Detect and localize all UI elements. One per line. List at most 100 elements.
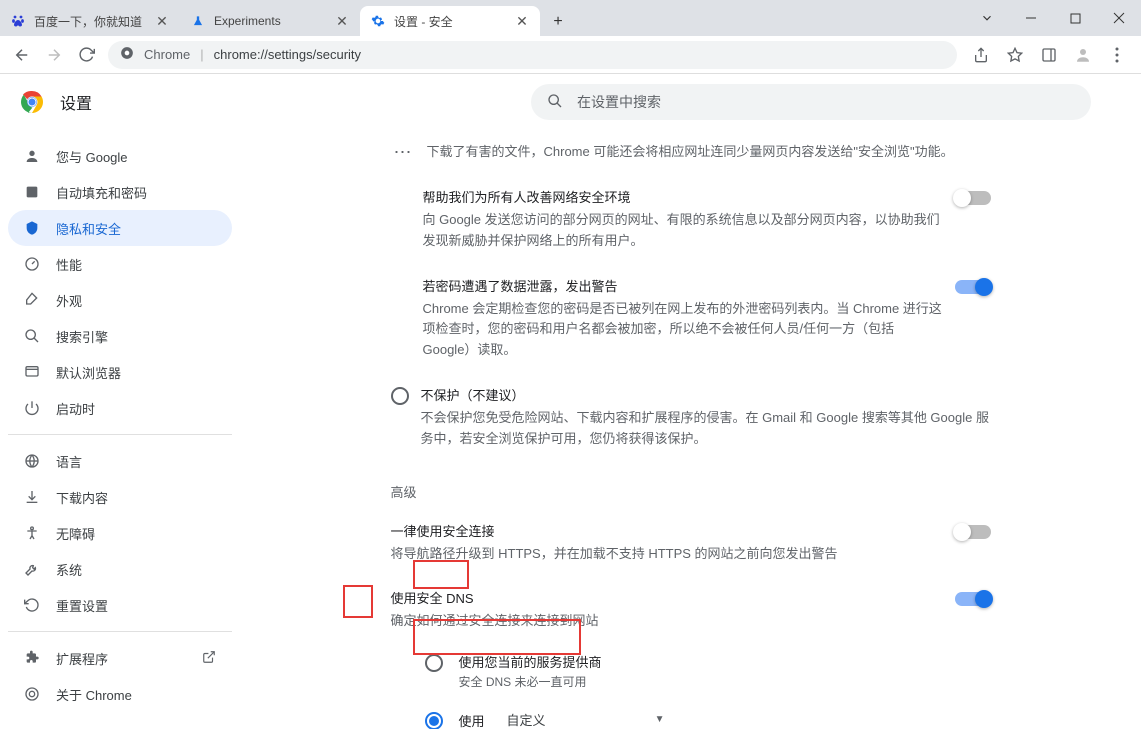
external-link-icon bbox=[202, 650, 216, 667]
sidebar-item-downloads[interactable]: 下载内容 bbox=[8, 479, 232, 515]
close-icon[interactable]: ✕ bbox=[514, 13, 530, 29]
settings-search[interactable]: 在设置中搜索 bbox=[531, 84, 1091, 120]
person-icon bbox=[24, 148, 40, 164]
sidebar-item-label: 隐私和安全 bbox=[56, 219, 121, 238]
sidebar-item-accessibility[interactable]: 无障碍 bbox=[8, 515, 232, 551]
sidebar-item-search-engine[interactable]: 搜索引擎 bbox=[8, 318, 232, 354]
pwd-title: 若密码遭遇了数据泄露，发出警告 bbox=[423, 276, 943, 295]
reload-button[interactable] bbox=[70, 39, 102, 71]
advanced-label: 高级 bbox=[391, 482, 991, 501]
dns-custom-row[interactable]: 使用 自定义 ▼ bbox=[425, 698, 991, 729]
browser-tab[interactable]: Experiments ✕ bbox=[180, 6, 360, 36]
sidebar-item-extensions[interactable]: 扩展程序 bbox=[8, 640, 232, 676]
dns-current-desc: 安全 DNS 未必一直可用 bbox=[459, 673, 602, 690]
dns-title: 使用安全 DNS bbox=[391, 588, 943, 607]
https-title: 一律使用安全连接 bbox=[391, 521, 943, 540]
menu-icon[interactable] bbox=[1103, 41, 1131, 69]
shield-icon bbox=[24, 220, 40, 236]
help-title: 帮助我们为所有人改善网络安全环境 bbox=[423, 187, 943, 206]
speedometer-icon bbox=[24, 256, 40, 272]
dns-current-title: 使用您当前的服务提供商 bbox=[459, 652, 602, 671]
minimize-button[interactable] bbox=[1009, 3, 1053, 33]
https-toggle[interactable] bbox=[955, 525, 991, 539]
sidebar-item-label: 您与 Google bbox=[56, 147, 128, 166]
extension-icon bbox=[24, 650, 40, 666]
sidebar-item-label: 下载内容 bbox=[56, 488, 108, 507]
omnibox[interactable]: Chrome | chrome://settings/security bbox=[108, 41, 957, 69]
sidebar-item-system[interactable]: 系统 bbox=[8, 551, 232, 587]
close-window-button[interactable] bbox=[1097, 3, 1141, 33]
chrome-logo-icon bbox=[20, 90, 44, 114]
chevron-down-icon[interactable]: ⋯ bbox=[391, 142, 415, 163]
https-desc: 将导航路径升级到 HTTPS，并在加载不支持 HTTPS 的网站之前向您发出警告 bbox=[391, 544, 943, 565]
dns-desc: 确定如何通过安全连接来连接到网站 bbox=[391, 611, 943, 632]
sidebar-item-label: 启动时 bbox=[56, 399, 95, 418]
dns-provider-select[interactable]: 自定义 ▼ bbox=[501, 706, 671, 729]
sidebar-item-about-chrome[interactable]: 关于 Chrome bbox=[8, 676, 232, 712]
maximize-button[interactable] bbox=[1053, 3, 1097, 33]
help-improve-row: 帮助我们为所有人改善网络安全环境 向 Google 发送您访问的部分网页的网址、… bbox=[391, 175, 991, 264]
sidebar-item-default-browser[interactable]: 默认浏览器 bbox=[8, 354, 232, 390]
back-button[interactable] bbox=[6, 39, 38, 71]
no-protection-radio[interactable] bbox=[391, 387, 409, 405]
chevron-down-icon: ▼ bbox=[655, 714, 665, 725]
autofill-icon bbox=[24, 184, 40, 200]
panel-icon[interactable] bbox=[1035, 41, 1063, 69]
sidebar-item-you-and-google[interactable]: 您与 Google bbox=[8, 138, 232, 174]
content-area: 您与 Google 自动填充和密码 隐私和安全 性能 外观 搜索引擎 默认浏览器 bbox=[0, 130, 1141, 729]
sidebar: 您与 Google 自动填充和密码 隐私和安全 性能 外观 搜索引擎 默认浏览器 bbox=[0, 130, 240, 729]
window-titlebar: 百度一下，你就知道 ✕ Experiments ✕ 设置 - 安全 ✕ + bbox=[0, 0, 1141, 36]
wrench-icon bbox=[24, 561, 40, 577]
sidebar-item-privacy-security[interactable]: 隐私和安全 bbox=[8, 210, 232, 246]
password-leak-row: 若密码遭遇了数据泄露，发出警告 Chrome 会定期检查您的密码是否已被列在网上… bbox=[391, 264, 991, 373]
sidebar-item-reset[interactable]: 重置设置 bbox=[8, 587, 232, 623]
setting-row: ⋯ 下载了有害的文件，Chrome 可能还会将相应网址连同少量网页内容发送给"安… bbox=[391, 130, 991, 175]
sidebar-item-startup[interactable]: 启动时 bbox=[8, 390, 232, 426]
tab-title: 设置 - 安全 bbox=[394, 13, 514, 30]
star-icon[interactable] bbox=[1001, 41, 1029, 69]
sidebar-item-label: 关于 Chrome bbox=[56, 685, 132, 704]
pwd-toggle[interactable] bbox=[955, 280, 991, 294]
sidebar-item-performance[interactable]: 性能 bbox=[8, 246, 232, 282]
main-panel[interactable]: ⋯ 下载了有害的文件，Chrome 可能还会将相应网址连同少量网页内容发送给"安… bbox=[240, 130, 1141, 729]
reset-icon bbox=[24, 597, 40, 613]
dns-select-value: 自定义 bbox=[507, 710, 546, 729]
sidebar-item-label: 重置设置 bbox=[56, 596, 108, 615]
pwd-desc: Chrome 会定期检查您的密码是否已被列在网上发布的外泄密码列表内。当 Chr… bbox=[423, 299, 943, 361]
always-https-row: 一律使用安全连接 将导航路径升级到 HTTPS，并在加载不支持 HTTPS 的网… bbox=[391, 509, 991, 577]
sidebar-item-label: 语言 bbox=[56, 452, 82, 471]
close-icon[interactable]: ✕ bbox=[154, 13, 170, 29]
profile-icon[interactable] bbox=[1069, 41, 1097, 69]
paint-icon bbox=[24, 292, 40, 308]
dns-toggle[interactable] bbox=[955, 592, 991, 606]
dns-current-radio[interactable] bbox=[425, 654, 443, 672]
chevron-down-icon[interactable] bbox=[965, 3, 1009, 33]
forward-button[interactable] bbox=[38, 39, 70, 71]
share-icon[interactable] bbox=[967, 41, 995, 69]
settings-header: 设置 在设置中搜索 bbox=[0, 74, 1141, 130]
dns-use-label: 使用 bbox=[459, 711, 485, 729]
close-icon[interactable]: ✕ bbox=[334, 13, 350, 29]
browser-tab[interactable]: 百度一下，你就知道 ✕ bbox=[0, 6, 180, 36]
no-protection-row[interactable]: 不保护（不建议） 不会保护您免受危险网站、下载内容和扩展程序的侵害。在 Gmai… bbox=[391, 373, 991, 462]
sidebar-item-appearance[interactable]: 外观 bbox=[8, 282, 232, 318]
sidebar-item-languages[interactable]: 语言 bbox=[8, 443, 232, 479]
flask-icon bbox=[190, 13, 206, 29]
url-text: chrome://settings/security bbox=[214, 47, 361, 62]
browser-tab-active[interactable]: 设置 - 安全 ✕ bbox=[360, 6, 540, 36]
sidebar-item-label: 无障碍 bbox=[56, 524, 95, 543]
new-tab-button[interactable]: + bbox=[544, 8, 572, 36]
sidebar-item-autofill[interactable]: 自动填充和密码 bbox=[8, 174, 232, 210]
tab-title: 百度一下，你就知道 bbox=[34, 13, 154, 30]
sidebar-item-label: 系统 bbox=[56, 560, 82, 579]
dns-current-provider-row[interactable]: 使用您当前的服务提供商 安全 DNS 未必一直可用 bbox=[425, 644, 991, 698]
help-toggle[interactable] bbox=[955, 191, 991, 205]
secure-dns-row: 使用安全 DNS 确定如何通过安全连接来连接到网站 bbox=[391, 576, 991, 644]
dns-custom-radio[interactable] bbox=[425, 712, 443, 729]
sidebar-item-label: 自动填充和密码 bbox=[56, 183, 147, 202]
search-placeholder: 在设置中搜索 bbox=[577, 92, 661, 112]
sidebar-item-label: 性能 bbox=[56, 255, 82, 274]
sidebar-item-label: 默认浏览器 bbox=[56, 363, 121, 382]
chrome-icon bbox=[120, 46, 134, 63]
sidebar-item-label: 搜索引擎 bbox=[56, 327, 108, 346]
